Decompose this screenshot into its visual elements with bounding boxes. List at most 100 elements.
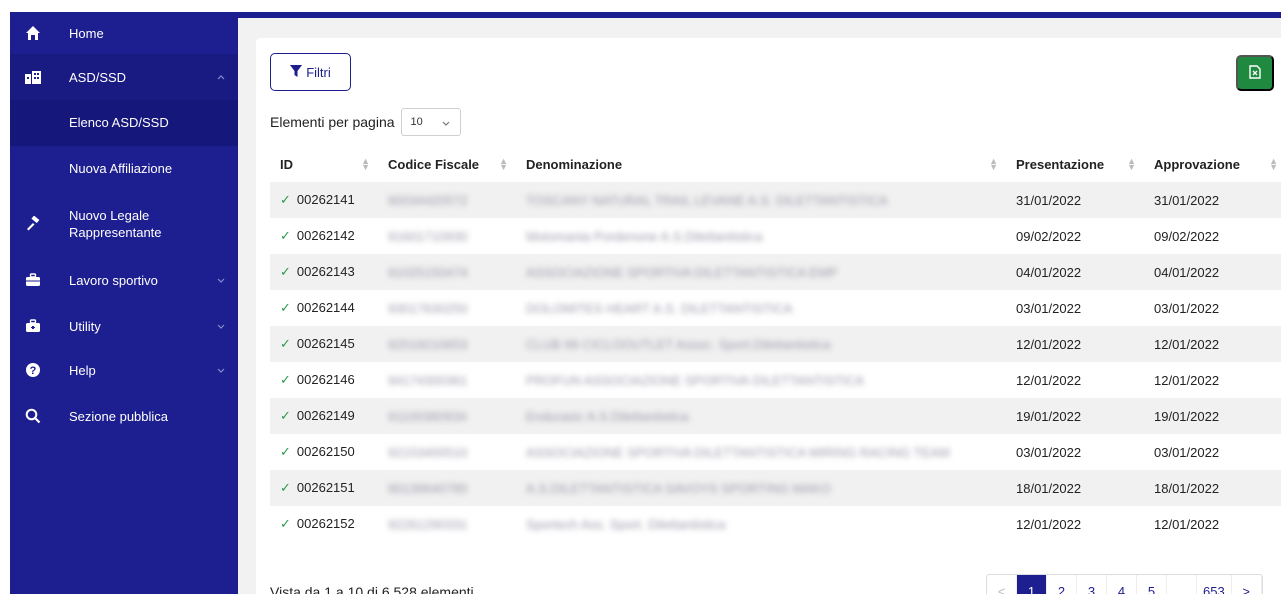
cell-presentazione: 09/02/2022 bbox=[1016, 228, 1082, 244]
page-button[interactable]: 1 bbox=[1017, 575, 1047, 594]
table-row[interactable]: ✓ 00262151 90139640780 A.S.DILETTANTISTICA … bbox=[270, 470, 1281, 506]
cell-id: ✓ 00262142 bbox=[280, 228, 355, 243]
pagination-summary: Vista da 1 a 10 di 6,528 elementi bbox=[270, 584, 474, 594]
cell-codice-fiscale: 90034420572 bbox=[378, 182, 516, 218]
filter-button[interactable]: Filtri bbox=[270, 53, 351, 91]
sidebar-item-lavoro-sportivo[interactable]: Lavoro sportivo bbox=[10, 258, 238, 302]
cell-codice-fiscale: 90139640780 bbox=[378, 470, 516, 506]
sidebar-subitem-elenco[interactable]: Elenco ASD/SSD bbox=[10, 100, 238, 146]
cell-presentazione: 12/01/2022 bbox=[1016, 372, 1082, 388]
cell-codice-fiscale: 92153400510 bbox=[388, 444, 468, 460]
cell-id: ✓ 00262143 bbox=[270, 254, 378, 290]
sidebar-item-utility[interactable]: Utility bbox=[10, 304, 238, 348]
home-icon bbox=[24, 24, 42, 42]
table-row[interactable]: ✓ 00262150 92153400510 ASSOCIAZIONE SPORTIV… bbox=[270, 434, 1281, 470]
cell-denominazione: TOSCANY NATURAL TRAIL LEVANE A.S. DILETT… bbox=[516, 182, 1006, 218]
sidebar-item-label: Sezione pubblica bbox=[69, 408, 169, 424]
check-icon: ✓ bbox=[280, 264, 291, 279]
sort-icon: ▲ ▼ bbox=[361, 156, 370, 172]
sidebar-item-label: ASD/SSD bbox=[69, 69, 127, 85]
sidebar-item-nuovo-legale[interactable]: Nuovo Legale Rappresentante bbox=[10, 196, 238, 252]
cell-codice-fiscale: 94174300361 bbox=[388, 372, 468, 388]
cell-id: ✓ 00262141 bbox=[270, 182, 378, 218]
main-content: Filtri Elementi per pagina 10 ID ▲ ▼ Cod… bbox=[238, 18, 1281, 594]
page-size-label: Elementi per pagina bbox=[270, 114, 395, 130]
sidebar-item-label: Lavoro sportivo bbox=[69, 272, 158, 288]
page-button[interactable]: 4 bbox=[1107, 575, 1137, 594]
table-row[interactable]: ✓ 00262144 93017630250 DOLOMITES HEART A.S.… bbox=[270, 290, 1281, 326]
cell-codice-fiscale: 93017630250 bbox=[388, 300, 468, 316]
sidebar-item-label: Home bbox=[69, 25, 104, 41]
table-row[interactable]: ✓ 00262152 92261290331 Sportech Ass. Sport.… bbox=[270, 506, 1281, 542]
cell-approvazione: 04/01/2022 bbox=[1144, 254, 1281, 290]
cell-approvazione: 12/01/2022 bbox=[1144, 326, 1281, 362]
sidebar-item-label: Nuovo Legale Rappresentante bbox=[69, 208, 162, 240]
toolbox-icon bbox=[24, 317, 42, 335]
cell-denominazione: ASSOCIAZIONE SPORTIVA DILETTANTISTICA MI… bbox=[526, 444, 950, 460]
check-icon: ✓ bbox=[280, 516, 291, 531]
sidebar-item-asd-ssd[interactable]: ASD/SSD bbox=[10, 54, 238, 100]
table-row[interactable]: ✓ 00262141 90034420572 TOSCANY NATURAL TRAI… bbox=[270, 182, 1281, 218]
cell-id: ✓ 00262149 bbox=[270, 398, 378, 434]
page-button[interactable]: 2 bbox=[1047, 575, 1077, 594]
column-header-codice-fiscale[interactable]: Codice Fiscale ▲ ▼ bbox=[378, 146, 516, 182]
sidebar-item-home[interactable]: Home bbox=[10, 12, 238, 54]
cell-presentazione: 03/01/2022 bbox=[1016, 300, 1082, 316]
check-icon: ✓ bbox=[280, 192, 291, 207]
column-header-denominazione[interactable]: Denominazione ▲ ▼ bbox=[516, 146, 1006, 182]
page-button[interactable]: 653 bbox=[1197, 575, 1232, 594]
chevron-up-icon bbox=[216, 72, 226, 82]
cell-denominazione: Sportech Ass. Sport. Dilettantistica bbox=[526, 516, 726, 532]
next-page-button[interactable]: > bbox=[1232, 575, 1262, 594]
cell-presentazione: 04/01/2022 bbox=[1006, 254, 1144, 290]
page-size-select[interactable]: 10 bbox=[400, 108, 461, 136]
table-row[interactable]: ✓ 00262145 92019210653 CLUB 99 CICLOOUTLET … bbox=[270, 326, 1281, 362]
excel-file-icon bbox=[1249, 64, 1261, 82]
sidebar-item-label: Help bbox=[69, 362, 96, 378]
cell-denominazione: ASSOCIAZIONE SPORTIVA DILETTANTISTICA EM… bbox=[516, 254, 1006, 290]
cell-id: ✓ 00262152 bbox=[280, 516, 355, 531]
search-icon bbox=[24, 407, 42, 425]
check-icon: ✓ bbox=[280, 300, 291, 315]
column-header-presentazione[interactable]: Presentazione ▲ ▼ bbox=[1006, 146, 1144, 182]
cell-codice-fiscale: 91100380934 bbox=[378, 398, 516, 434]
page-button[interactable]: 5 bbox=[1137, 575, 1167, 594]
table-row[interactable]: ✓ 00262142 91601710930 Motomania Pordenone … bbox=[270, 218, 1281, 254]
page-button[interactable]: 3 bbox=[1077, 575, 1107, 594]
check-icon: ✓ bbox=[280, 408, 291, 423]
results-table: ID ▲ ▼ Codice Fiscale ▲ ▼ Denominazione ▲ ▼ Pr… bbox=[270, 146, 1281, 542]
briefcase-icon bbox=[24, 271, 42, 289]
sidebar-subitem-nuova-affiliazione[interactable]: Nuova Affiliazione bbox=[10, 146, 238, 192]
cell-approvazione: 09/02/2022 bbox=[1154, 228, 1220, 244]
column-header-approvazione[interactable]: Approvazione ▲ ▼ bbox=[1144, 146, 1281, 182]
sidebar-subitem-label: Nuova Affiliazione bbox=[69, 161, 173, 176]
table-row[interactable]: ✓ 00262149 91100380934 Endurasic A.S.Dilett… bbox=[270, 398, 1281, 434]
prev-page-button[interactable]: < bbox=[987, 575, 1017, 594]
help-icon: ? bbox=[24, 361, 42, 379]
column-header-id[interactable]: ID ▲ ▼ bbox=[270, 146, 378, 182]
table-row[interactable]: ✓ 00262146 94174300361 PROFUN ASSOCIAZIONE … bbox=[270, 362, 1281, 398]
cell-presentazione: 18/01/2022 bbox=[1006, 470, 1144, 506]
export-excel-button[interactable] bbox=[1236, 55, 1274, 91]
buildings-icon bbox=[24, 68, 42, 86]
cell-approvazione: 31/01/2022 bbox=[1144, 182, 1281, 218]
check-icon: ✓ bbox=[280, 336, 291, 351]
cell-id: ✓ 00262144 bbox=[280, 300, 355, 315]
results-card: Filtri Elementi per pagina 10 ID ▲ ▼ Cod… bbox=[256, 38, 1281, 594]
table-row[interactable]: ✓ 00262143 91025150474 ASSOCIAZIONE SPORTIV… bbox=[270, 254, 1281, 290]
sidebar-item-help[interactable]: ? Help bbox=[10, 348, 238, 392]
filter-icon bbox=[290, 64, 303, 80]
cell-codice-fiscale: 92261290331 bbox=[388, 516, 468, 532]
sort-icon: ▲ ▼ bbox=[989, 156, 998, 172]
cell-denominazione: Motomania Pordenone A.S.Dilettantistica bbox=[526, 228, 763, 244]
sidebar-item-sezione-pubblica[interactable]: Sezione pubblica bbox=[10, 394, 238, 438]
cell-denominazione: A.S.DILETTANTISTICA SAVOYS SPORTING MAKO bbox=[516, 470, 1006, 506]
cell-codice-fiscale: 91601710930 bbox=[388, 228, 468, 244]
sidebar-subitem-label: Elenco ASD/SSD bbox=[69, 115, 169, 130]
chevron-down-icon bbox=[216, 321, 226, 331]
cell-denominazione: PROFUN ASSOCIAZIONE SPORTIVA DILETTANTIS… bbox=[526, 372, 865, 388]
gavel-icon bbox=[24, 215, 42, 233]
pagination: <1 2 3 4 5... 653 > bbox=[986, 574, 1263, 594]
cell-id: ✓ 00262151 bbox=[270, 470, 378, 506]
chevron-down-icon bbox=[216, 365, 226, 375]
